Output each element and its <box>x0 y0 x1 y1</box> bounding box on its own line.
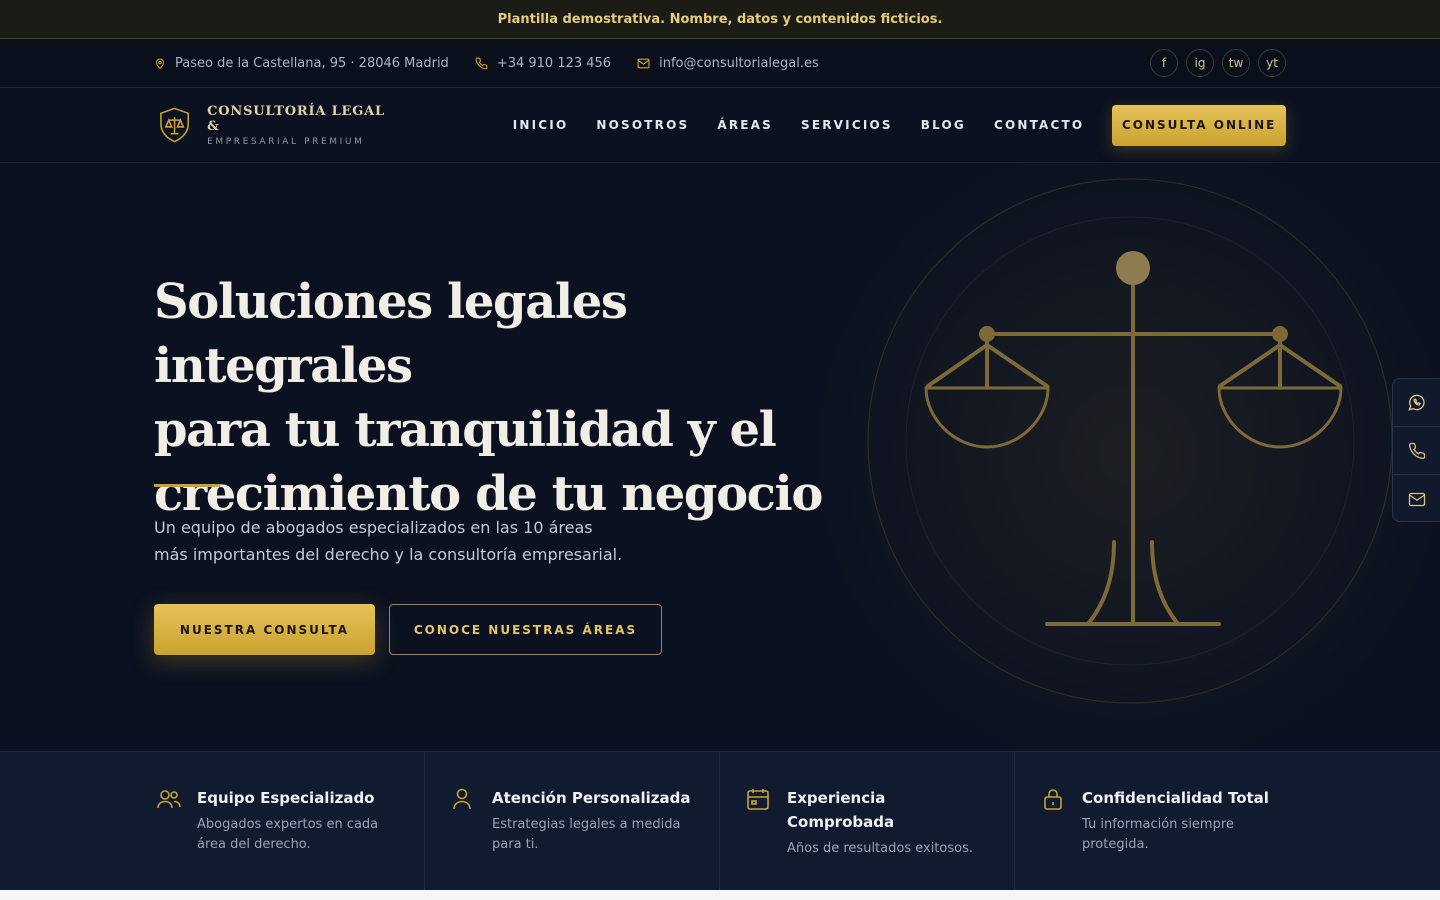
address-info: Paseo de la Castellana, 95 · 28046 Madri… <box>154 56 449 71</box>
hero-divider <box>154 484 220 487</box>
contact-topbar: Paseo de la Castellana, 95 · 28046 Madri… <box>0 39 1440 88</box>
nav-item-blog[interactable]: BLOG <box>921 118 966 132</box>
features-strip: Equipo Especializado Abogados expertos e… <box>0 751 1440 891</box>
nav-item-contacto[interactable]: CONTACTO <box>994 118 1084 132</box>
brand-tagline: EMPRESARIAL PREMIUM <box>207 136 365 147</box>
whatsapp-icon <box>1408 394 1425 411</box>
youtube-icon[interactable]: yt <box>1258 49 1286 77</box>
brand-name: CONSULTORÍA LEGAL & <box>207 103 385 134</box>
feature-text: Estrategias legales a medida para ti. <box>492 817 681 852</box>
feature-item: Experiencia Comprobada Años de resultado… <box>720 752 1015 891</box>
facebook-icon[interactable]: f <box>1150 49 1178 77</box>
feature-item: Confidencialidad Total Tu información si… <box>1015 752 1310 891</box>
phone-info[interactable]: +34 910 123 456 <box>475 56 611 71</box>
brand-logo[interactable]: CONSULTORÍA LEGAL & EMPRESARIAL PREMIUM <box>158 104 398 147</box>
demo-notice-text: Plantilla demostrativa. Nombre, datos y … <box>497 11 943 27</box>
feature-title: Equipo Especializado <box>197 789 375 807</box>
instagram-icon[interactable]: ig <box>1186 49 1214 77</box>
lock-icon <box>1044 789 1062 810</box>
email-button[interactable] <box>1393 475 1440 523</box>
address-text: Paseo de la Castellana, 95 · 28046 Madri… <box>175 55 449 71</box>
users-icon <box>157 790 181 809</box>
feature-text: Años de resultados exitosos. <box>787 841 973 856</box>
main-navbar: CONSULTORÍA LEGAL & EMPRESARIAL PREMIUM … <box>0 88 1440 163</box>
hero-desc-line-2: más importantes del derecho y la consult… <box>154 545 623 564</box>
call-button[interactable] <box>1393 427 1440 475</box>
email-info[interactable]: info@consultorialegal.es <box>637 56 819 71</box>
feature-item: Atención Personalizada Estrategias legal… <box>425 752 720 891</box>
nav-item-inicio[interactable]: INICIO <box>513 118 569 132</box>
next-section-edge <box>0 890 1440 900</box>
user-icon <box>453 788 471 810</box>
nav-menu: INICIO NOSOTROS ÁREAS SERVICIOS BLOG CON… <box>513 118 1113 132</box>
hero-description: Un equipo de abogados especializados en … <box>154 514 654 568</box>
shield-scale-icon <box>160 107 189 143</box>
feature-text: Tu información siempre protegida. <box>1082 817 1234 852</box>
email-text: info@consultorialegal.es <box>659 55 819 71</box>
map-pin-icon <box>155 58 165 69</box>
feature-title: Experiencia Comprobada <box>787 789 895 831</box>
hero-desc-line-1: Un equipo de abogados especializados en … <box>154 518 593 537</box>
feature-text: Abogados expertos en cada área del derec… <box>197 817 379 852</box>
feature-title: Atención Personalizada <box>492 789 691 807</box>
explore-areas-button[interactable]: CONOCE NUESTRAS ÁREAS <box>389 604 662 655</box>
nav-item-nosotros[interactable]: NOSOTROS <box>596 118 689 132</box>
mail-icon <box>1408 492 1425 506</box>
phone-icon <box>475 57 488 69</box>
justice-scale-illustration <box>867 178 1393 704</box>
hero-title-line-1: Soluciones legales integrales <box>154 274 628 394</box>
whatsapp-button[interactable] <box>1393 379 1440 427</box>
floating-contact-bar <box>1392 378 1440 522</box>
social-links: f ig tw yt <box>1150 49 1286 77</box>
our-consultation-button[interactable]: NUESTRA CONSULTA <box>154 604 375 655</box>
hero-section: Soluciones legales integrales para tu tr… <box>0 164 1440 751</box>
nav-item-areas[interactable]: ÁREAS <box>717 118 773 132</box>
twitter-icon[interactable]: tw <box>1222 49 1250 77</box>
hero-title: Soluciones legales integrales para tu tr… <box>154 270 834 526</box>
feature-item: Equipo Especializado Abogados expertos e… <box>130 752 425 891</box>
calendar-icon <box>747 789 769 810</box>
phone-text: +34 910 123 456 <box>496 55 612 71</box>
feature-title: Confidencialidad Total <box>1082 789 1269 807</box>
nav-item-servicios[interactable]: SERVICIOS <box>801 118 893 132</box>
mail-icon <box>637 58 650 68</box>
online-consultation-button[interactable]: CONSULTA ONLINE <box>1112 104 1286 146</box>
demo-notice-bar: Plantilla demostrativa. Nombre, datos y … <box>0 0 1440 39</box>
phone-icon <box>1408 442 1425 459</box>
hero-title-line-2: para tu tranquilidad y el <box>154 402 777 458</box>
